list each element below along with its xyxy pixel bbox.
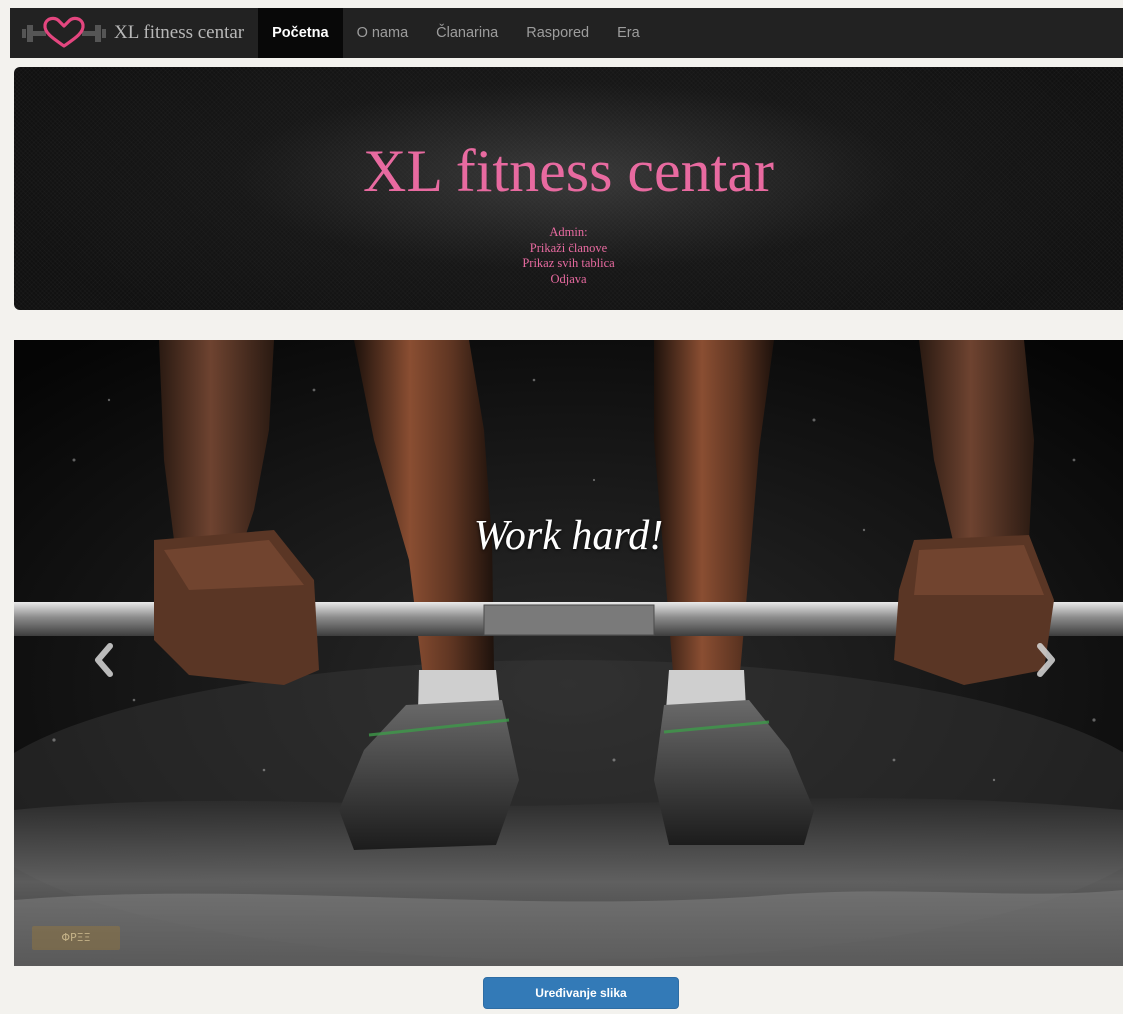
brand[interactable]: XL fitness centar [10,8,258,58]
nav-item-o-nama[interactable]: O nama [343,8,423,58]
brand-name[interactable]: XL fitness centar [114,22,244,44]
edit-images-button[interactable]: Uređivanje slika [483,977,679,1009]
nav-item-pocetna[interactable]: Početna [258,8,343,58]
heart-dumbbell-logo-icon [22,16,106,48]
image-carousel[interactable]: Work hard! ΦΡΞΞ [14,340,1123,966]
logout-link[interactable]: Odjava [14,272,1123,288]
show-all-tables-link[interactable]: Prikaz svih tablica [14,256,1123,272]
nav-item-raspored[interactable]: Raspored [512,8,603,58]
top-navbar: XL fitness centar Početna O nama Članari… [10,8,1123,58]
chevron-right-icon [1037,643,1055,677]
hero-jumbotron: XL fitness centar Admin: Prikaži članove… [14,67,1123,310]
carousel-next-button[interactable] [1026,640,1066,680]
main-nav: Početna O nama Članarina Raspored Era [258,8,654,58]
chevron-left-icon [95,643,113,677]
show-members-link[interactable]: Prikaži članove [14,241,1123,257]
weightlifter-photo [14,340,1123,966]
photo-watermark: ΦΡΞΞ [32,926,120,950]
nav-item-clanarina[interactable]: Članarina [422,8,512,58]
admin-label: Admin: [549,225,588,239]
nav-item-era[interactable]: Era [603,8,654,58]
admin-menu: Admin: Prikaži članove Prikaz svih tabli… [14,225,1123,287]
hero-title: XL fitness centar [363,138,774,204]
carousel-prev-button[interactable] [84,640,124,680]
